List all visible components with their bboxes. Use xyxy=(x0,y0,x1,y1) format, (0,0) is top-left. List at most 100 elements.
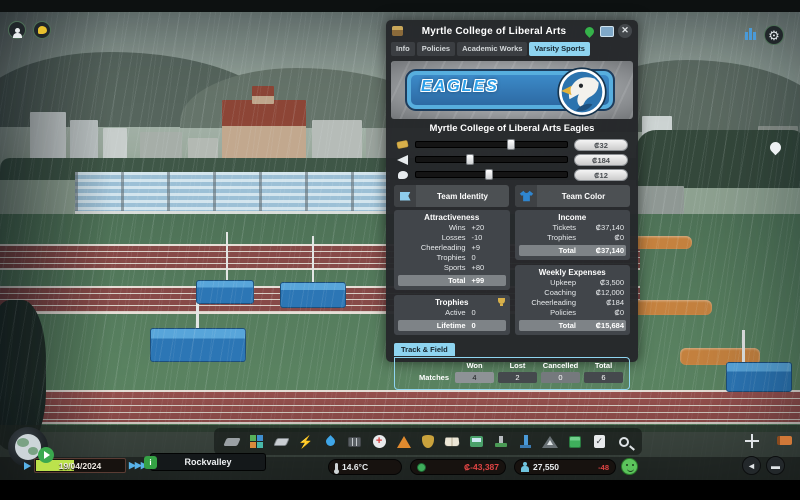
coaching-slider[interactable] xyxy=(415,171,568,178)
trophy-icon xyxy=(498,298,505,304)
garbage-icon[interactable] xyxy=(345,431,365,452)
matches-cancelled: 0 xyxy=(541,372,580,383)
stat-row: Upkeep₡3,500 xyxy=(519,278,627,288)
education-icon[interactable] xyxy=(442,431,462,452)
coaching-value[interactable]: ₡12 xyxy=(574,169,628,181)
vault-pole xyxy=(312,236,314,284)
healthcare-icon[interactable]: + xyxy=(369,431,389,452)
free-camera-button[interactable]: ◄ xyxy=(742,456,761,475)
vault-pole xyxy=(742,330,745,366)
cheerleading-icon xyxy=(396,155,409,165)
landing-mat xyxy=(280,282,346,308)
slider-handle[interactable] xyxy=(485,169,493,180)
temperature-pill[interactable]: 14.6°C xyxy=(328,459,402,475)
play-pause-button[interactable] xyxy=(38,447,54,463)
population-pill[interactable]: 27,550 -48 xyxy=(514,459,616,475)
matches-total: 6 xyxy=(584,372,623,383)
roads-icon[interactable] xyxy=(222,431,242,452)
policies-icon[interactable]: ✓ xyxy=(589,431,609,452)
team-buttons: Team Identity Team Color xyxy=(394,185,630,207)
hide-ui-button[interactable]: ▬ xyxy=(766,456,785,475)
tab-varsity-sports[interactable]: Varsity Sports xyxy=(529,42,589,56)
game-screen: ⚙ Myrtle College of Liberal Arts ✕ Info … xyxy=(0,0,800,500)
slider-handle[interactable] xyxy=(507,139,515,150)
building xyxy=(30,112,66,164)
info-views-button[interactable] xyxy=(8,21,26,39)
team-color-button[interactable]: Team Color xyxy=(515,185,630,207)
matches-table: Won Lost Cancelled Total Matches 4 2 0 6 xyxy=(394,357,630,390)
matches-won: 4 xyxy=(455,372,494,383)
locate-pin-icon[interactable] xyxy=(583,25,596,38)
districts-icon[interactable] xyxy=(271,431,291,452)
expenses-total: Total₡15,684 xyxy=(519,320,627,331)
cheerleading-slider[interactable] xyxy=(415,156,568,163)
tab-policies[interactable]: Policies xyxy=(417,42,455,56)
coaching-row: ₡12 xyxy=(396,167,628,182)
city-name: Rockvalley xyxy=(184,457,231,467)
stat-row: Coaching₡12,000 xyxy=(519,288,627,298)
economy-icon[interactable] xyxy=(565,431,585,452)
panel-tabs: Info Policies Academic Works Varsity Spo… xyxy=(386,40,638,59)
landmark-tower xyxy=(252,86,274,104)
stat-row: Active0 xyxy=(398,308,506,318)
fire-department-icon[interactable] xyxy=(394,431,414,452)
cheerleading-row: ₡184 xyxy=(396,152,628,167)
move-tool-icon[interactable] xyxy=(742,430,762,451)
zoning-icon[interactable] xyxy=(247,431,267,452)
cheerleading-value[interactable]: ₡184 xyxy=(574,154,628,166)
stat-row: Losses-10 xyxy=(398,233,506,243)
tab-info[interactable]: Info xyxy=(391,42,415,56)
play-icon[interactable] xyxy=(24,462,31,470)
team-banner-text: EAGLES xyxy=(421,78,499,96)
main-toolbar: ⚡ + ✓ xyxy=(214,428,642,455)
chirper-button[interactable] xyxy=(33,21,51,39)
terrain-icon[interactable] xyxy=(540,431,560,452)
team-identity-button[interactable]: Team Identity xyxy=(394,185,509,207)
panel-header: Myrtle College of Liberal Arts ✕ xyxy=(386,20,638,40)
stat-row: Wins+20 xyxy=(398,223,506,233)
parks-icon[interactable] xyxy=(491,431,511,452)
population-icon xyxy=(521,462,529,472)
electricity-icon[interactable]: ⚡ xyxy=(296,431,316,452)
campus-icon xyxy=(392,26,403,36)
police-icon[interactable] xyxy=(418,431,438,452)
unique-buildings-icon[interactable] xyxy=(516,431,536,452)
stat-row: Cheerleading₡184 xyxy=(519,298,627,308)
settings-button[interactable]: ⚙ xyxy=(764,25,784,45)
right-tools xyxy=(742,430,794,451)
slider-handle[interactable] xyxy=(466,154,474,165)
thermometer-icon xyxy=(335,463,338,472)
happiness-icon[interactable] xyxy=(621,458,638,475)
stat-row: Tickets₡37,140 xyxy=(519,223,627,233)
play-icon xyxy=(44,451,50,459)
ticket-price-slider[interactable] xyxy=(415,141,568,148)
stands-steps xyxy=(75,172,390,211)
eagle-logo xyxy=(557,67,607,117)
camera-route-icon[interactable] xyxy=(600,26,614,37)
trees xyxy=(636,130,800,188)
ticket-price-row: ₡32 xyxy=(396,137,628,152)
budget-sliders: ₡32 ₡184 ₡12 xyxy=(396,137,628,182)
chirper-bird-icon xyxy=(38,26,47,34)
population-value: 27,550 xyxy=(533,462,559,472)
tab-academic-works[interactable]: Academic Works xyxy=(457,42,527,56)
sport-section: Track & Field Won Lost Cancelled Total M… xyxy=(394,339,630,390)
person-icon xyxy=(15,28,20,33)
money-pill[interactable]: ₡-43,387 xyxy=(410,459,506,475)
team-banner-area: EAGLES xyxy=(391,61,633,119)
city-name-plate[interactable]: i Rockvalley xyxy=(150,453,266,471)
water-icon[interactable] xyxy=(320,431,340,452)
ticket-price-value[interactable]: ₡32 xyxy=(574,139,628,151)
transport-icon[interactable] xyxy=(467,431,487,452)
search-icon[interactable] xyxy=(614,431,634,452)
tshirt-icon xyxy=(515,185,537,207)
close-button[interactable]: ✕ xyxy=(618,24,632,38)
vault-pole xyxy=(226,232,228,282)
gear-icon: ⚙ xyxy=(768,29,780,42)
stats-grid: Attractiveness Wins+20 Losses-10 Cheerle… xyxy=(394,210,630,335)
temperature-value: 14.6°C xyxy=(342,462,368,472)
bulldozer-icon[interactable] xyxy=(774,430,794,451)
tab-track-and-field[interactable]: Track & Field xyxy=(394,343,455,356)
top-letterbox xyxy=(0,0,800,12)
landmark-notification-icon[interactable] xyxy=(745,28,760,40)
